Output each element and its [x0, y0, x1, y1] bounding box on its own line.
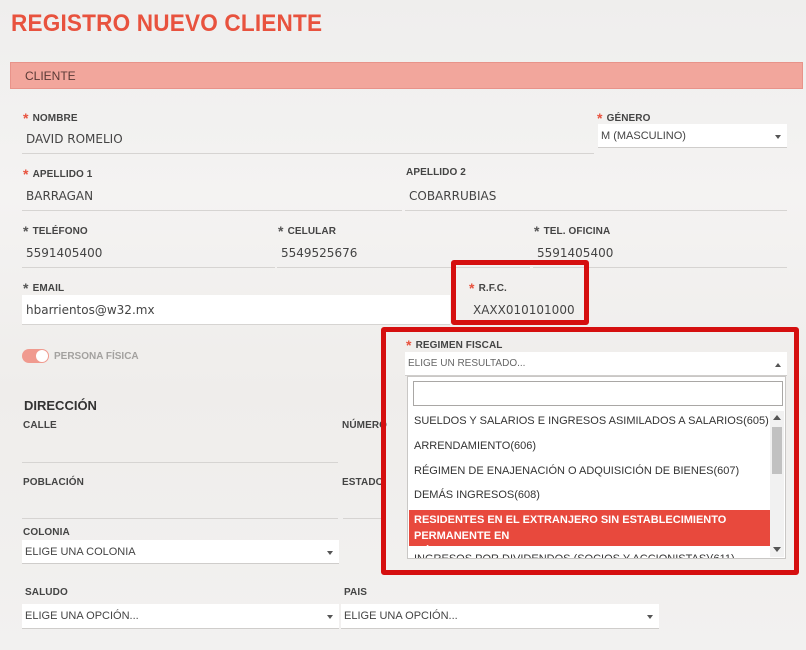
calle-underline[interactable]: [22, 462, 338, 463]
scroll-down-icon[interactable]: [773, 547, 781, 552]
chevron-down-icon: [327, 550, 333, 555]
genero-select[interactable]: M (MASCULINO): [598, 124, 787, 148]
chevron-down-icon: [647, 615, 653, 619]
telefono-field[interactable]: 5591405400: [26, 246, 102, 260]
pais-label: PAIS: [344, 587, 367, 598]
page-title: REGISTRO NUEVO CLIENTE: [11, 10, 323, 37]
regimen-dropdown[interactable]: SUELDOS Y SALARIOS E INGRESOS ASIMILADOS…: [407, 376, 786, 559]
colonia-label: COLONIA: [23, 527, 70, 538]
estado-label: ESTADO: [342, 477, 384, 488]
rfc-label: * R.F.C.: [469, 280, 507, 296]
regimen-select[interactable]: ELIGE UN RESULTADO...: [405, 352, 787, 376]
direccion-heading: DIRECCIÓN: [24, 398, 97, 413]
regimen-option[interactable]: RÉGIMEN DE ENAJENACIÓN O ADQUISICIÓN DE …: [409, 463, 770, 479]
regimen-option-line1: RESIDENTES EN EL EXTRANJERO SIN ESTABLEC…: [414, 514, 727, 542]
section-header-label: CLIENTE: [25, 69, 76, 83]
apellido1-underline: [22, 210, 402, 211]
apellido2-underline: [405, 210, 787, 211]
calle-label: CALLE: [23, 420, 57, 431]
tel-oficina-field[interactable]: 5591405400: [537, 246, 613, 260]
telefono-underline: [22, 267, 275, 268]
regimen-scrollbar[interactable]: [770, 411, 784, 557]
rfc-field[interactable]: XAXX010101000: [473, 303, 575, 317]
pais-select[interactable]: ELIGE UNA OPCIÓN...: [341, 604, 659, 629]
poblacion-label: POBLACIÓN: [23, 477, 84, 488]
regimen-search-input[interactable]: [413, 381, 783, 406]
chevron-down-icon: [327, 615, 333, 619]
scroll-up-icon[interactable]: [773, 415, 781, 420]
nombre-label: * NOMBRE: [23, 110, 78, 126]
saludo-select[interactable]: ELIGE UNA OPCIÓN...: [22, 604, 339, 629]
email-value: hbarrientos@w32.mx: [26, 303, 155, 317]
saludo-label: SALUDO: [25, 587, 68, 598]
email-label: * EMAIL: [23, 280, 65, 296]
regimen-label: * REGIMEN FISCAL: [406, 337, 503, 353]
section-header-cliente: CLIENTE: [10, 62, 803, 89]
chevron-down-icon: [775, 134, 781, 139]
genero-label: * GÉNERO: [597, 110, 651, 126]
poblacion-underline[interactable]: [22, 518, 338, 519]
regimen-option-selected[interactable]: RESIDENTES EN EL EXTRANJERO SIN ESTABLEC…: [409, 510, 770, 558]
regimen-option[interactable]: DEMÁS INGRESOS(608): [409, 487, 770, 503]
persona-fisica-toggle[interactable]: [22, 349, 49, 363]
telefono-label: * TELÉFONO: [23, 223, 88, 239]
regimen-option[interactable]: INGRESOS POR DIVIDENDOS (SOCIOS Y ACCION…: [409, 551, 770, 558]
colonia-select[interactable]: ELIGE UNA COLONIA: [22, 540, 339, 564]
tel-oficina-label: * TEL. OFICINA: [534, 223, 611, 239]
toggle-knob: [36, 350, 48, 362]
apellido1-label: * APELLIDO 1: [23, 166, 93, 182]
nombre-field[interactable]: DAVID ROMELIO: [26, 132, 123, 146]
email-field[interactable]: hbarrientos@w32.mx: [22, 295, 450, 325]
celular-label: * CELULAR: [278, 223, 337, 239]
regimen-option[interactable]: SUELDOS Y SALARIOS E INGRESOS ASIMILADOS…: [409, 413, 770, 429]
regimen-option[interactable]: ARRENDAMIENTO(606): [409, 438, 770, 454]
apellido2-field[interactable]: COBARRUBIAS: [409, 189, 496, 203]
scroll-thumb[interactable]: [772, 427, 782, 474]
celular-field[interactable]: 5549525676: [281, 246, 357, 260]
nombre-underline: [22, 153, 594, 154]
apellido2-label: APELLIDO 2: [406, 167, 466, 178]
estado-underline[interactable]: [343, 518, 381, 519]
chevron-up-icon: [775, 363, 781, 367]
persona-fisica-label: PERSONA FÍSICA: [54, 351, 139, 362]
apellido1-field[interactable]: BARRAGAN: [26, 189, 93, 203]
